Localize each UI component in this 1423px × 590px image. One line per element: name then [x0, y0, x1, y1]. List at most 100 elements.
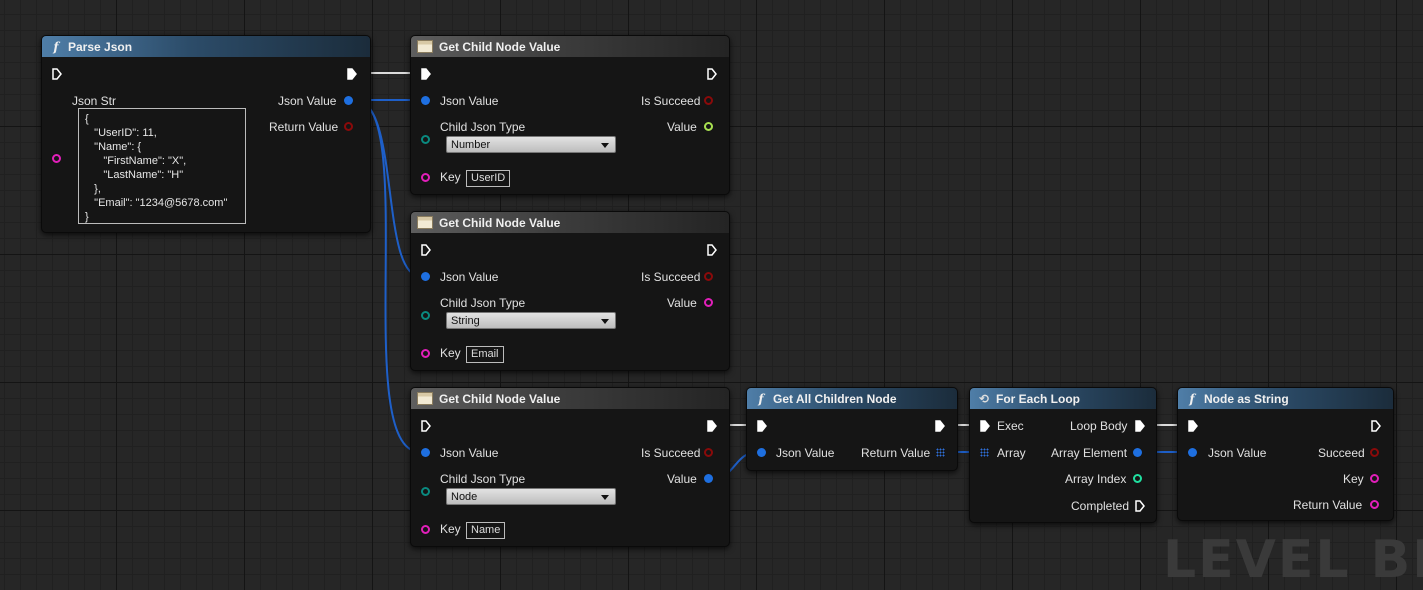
- node-as-string-header[interactable]: f Node as String: [1178, 388, 1393, 409]
- json-value-label: Json Value: [1208, 446, 1267, 460]
- completed-label: Completed: [1071, 499, 1130, 513]
- get-all-children-header[interactable]: f Get All Children Node: [747, 388, 957, 409]
- child-json-type-label: Child Json Type: [440, 120, 526, 134]
- array-index-label: Array Index: [1065, 472, 1127, 486]
- loop-body-label: Loop Body: [1070, 419, 1128, 433]
- json-value-label: Json Value: [440, 446, 499, 460]
- exec-out-pin[interactable]: [935, 420, 945, 432]
- key-label: Key: [440, 522, 461, 536]
- child-json-type-pin[interactable]: [421, 135, 430, 144]
- exec-in-pin[interactable]: [421, 420, 431, 432]
- get-child-node-value-node-3[interactable]: Get Child Node Value Json Value Is Succe…: [410, 387, 730, 547]
- parse-json-node[interactable]: f Parse Json Json Str { "UserID": 11, "Na…: [41, 35, 371, 233]
- get-child-node-value-node-1[interactable]: Get Child Node Value Json Value Is Succe…: [410, 35, 730, 195]
- value-out-pin[interactable]: [704, 474, 713, 483]
- level-blueprint-watermark: LEVEL BLU: [1163, 530, 1423, 590]
- value-label: Value: [667, 120, 697, 134]
- value-out-pin[interactable]: [704, 298, 713, 307]
- get-all-children-title: Get All Children Node: [773, 391, 897, 406]
- child-json-type-label: Child Json Type: [440, 472, 526, 486]
- exec-label: Exec: [997, 419, 1024, 433]
- parse-json-title: Parse Json: [68, 39, 133, 54]
- is-succeed-label: Is Succeed: [641, 270, 701, 284]
- completed-out-pin[interactable]: [1135, 500, 1145, 512]
- get-all-children-node[interactable]: f Get All Children Node Json Value Return…: [746, 387, 958, 471]
- child-json-type-select[interactable]: String: [446, 312, 616, 329]
- exec-in-pin[interactable]: [757, 420, 767, 432]
- key-input[interactable]: Name: [466, 522, 506, 539]
- json-value-in-pin[interactable]: [421, 272, 430, 281]
- exec-in-pin[interactable]: [52, 68, 62, 80]
- for-each-loop-node[interactable]: ⟲ For Each Loop Exec Array Loop Body Arra…: [969, 387, 1157, 523]
- value-label: Value: [667, 472, 697, 486]
- for-each-title: For Each Loop: [996, 391, 1080, 406]
- json-value-label: Json Value: [776, 446, 835, 460]
- json-value-in-pin[interactable]: [421, 448, 430, 457]
- array-out-pin[interactable]: [936, 448, 945, 457]
- exec-in-pin[interactable]: [421, 68, 431, 80]
- child-json-type-pin[interactable]: [421, 487, 430, 496]
- return-value-label: Return Value: [269, 120, 339, 134]
- array-index-out-pin[interactable]: [1133, 474, 1142, 483]
- return-value-out-pin[interactable]: [344, 122, 353, 131]
- get-child-2-header[interactable]: Get Child Node Value: [411, 212, 729, 233]
- value-out-pin[interactable]: [704, 122, 713, 131]
- child-json-type-select[interactable]: Number: [446, 136, 616, 153]
- key-pin[interactable]: [421, 525, 430, 534]
- get-child-node-value-node-2[interactable]: Get Child Node Value Json Value Is Succe…: [410, 211, 730, 371]
- child-json-type-select[interactable]: Node: [446, 488, 616, 505]
- value-label: Value: [667, 296, 697, 310]
- json-str-pin[interactable]: [52, 154, 61, 163]
- json-value-label: Json Value: [440, 94, 499, 108]
- exec-in-pin[interactable]: [421, 244, 431, 256]
- exec-in-pin[interactable]: [980, 420, 990, 432]
- child-json-type-value: String: [451, 315, 480, 327]
- loop-body-out-pin[interactable]: [1135, 420, 1145, 432]
- json-str-input[interactable]: { "UserID": 11, "Name": { "FirstName": "…: [78, 108, 246, 224]
- json-value-out-pin[interactable]: [344, 96, 353, 105]
- key-input[interactable]: Email: [466, 346, 504, 363]
- key-pin[interactable]: [421, 349, 430, 358]
- return-value-label: Return Value: [1293, 498, 1363, 512]
- pure-function-icon: [417, 40, 433, 53]
- array-element-label: Array Element: [1051, 446, 1128, 460]
- json-value-in-pin[interactable]: [1188, 448, 1197, 457]
- child-json-type-pin[interactable]: [421, 311, 430, 320]
- function-icon: f: [53, 39, 59, 54]
- is-succeed-out-pin[interactable]: [704, 272, 713, 281]
- key-pin[interactable]: [421, 173, 430, 182]
- function-icon: f: [758, 391, 764, 406]
- child-json-type-value: Number: [451, 139, 491, 151]
- is-succeed-out-pin[interactable]: [704, 96, 713, 105]
- get-child-1-header[interactable]: Get Child Node Value: [411, 36, 729, 57]
- array-in-pin[interactable]: [980, 448, 989, 457]
- json-value-label: Json Value: [278, 94, 337, 108]
- parse-json-header[interactable]: f Parse Json: [42, 36, 370, 57]
- child-json-type-value: Node: [451, 491, 478, 503]
- exec-out-pin[interactable]: [707, 244, 717, 256]
- json-value-in-pin[interactable]: [757, 448, 766, 457]
- array-element-out-pin[interactable]: [1133, 448, 1142, 457]
- json-value-in-pin[interactable]: [421, 96, 430, 105]
- for-each-header[interactable]: ⟲ For Each Loop: [970, 388, 1156, 409]
- get-child-1-title: Get Child Node Value: [439, 39, 561, 54]
- chevron-down-icon: [601, 495, 609, 500]
- key-input[interactable]: UserID: [466, 170, 511, 187]
- exec-out-pin[interactable]: [1371, 420, 1381, 432]
- exec-out-pin[interactable]: [707, 420, 717, 432]
- key-label: Key: [440, 346, 461, 360]
- exec-in-pin[interactable]: [1188, 420, 1198, 432]
- exec-out-pin[interactable]: [707, 68, 717, 80]
- get-child-3-header[interactable]: Get Child Node Value: [411, 388, 729, 409]
- is-succeed-out-pin[interactable]: [704, 448, 713, 457]
- succeed-out-pin[interactable]: [1370, 448, 1379, 457]
- child-json-type-label: Child Json Type: [440, 296, 526, 310]
- function-icon: f: [1189, 391, 1195, 406]
- loop-icon: ⟲: [978, 391, 990, 406]
- exec-out-pin[interactable]: [347, 68, 357, 80]
- key-out-pin[interactable]: [1370, 474, 1379, 483]
- node-as-string-node[interactable]: f Node as String Json Value Succeed Key R…: [1177, 387, 1394, 521]
- json-str-label: Json Str: [72, 94, 117, 108]
- succeed-label: Succeed: [1318, 446, 1365, 460]
- return-value-out-pin[interactable]: [1370, 500, 1379, 509]
